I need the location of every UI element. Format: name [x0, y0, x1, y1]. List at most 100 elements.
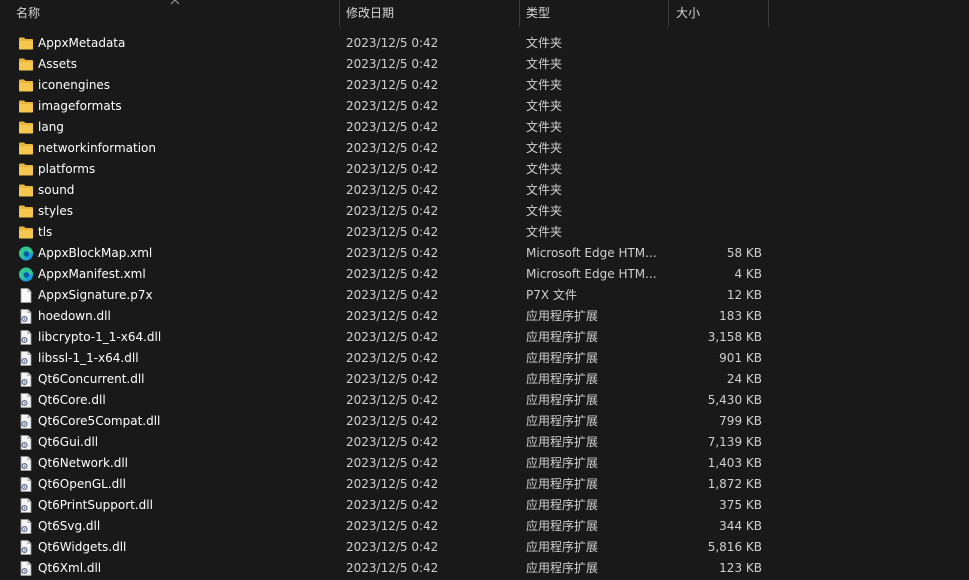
file-row[interactable]: networkinformation 2023/12/5 0:42 文件夹	[0, 138, 969, 159]
column-divider[interactable]	[768, 0, 769, 27]
file-row[interactable]: iconengines 2023/12/5 0:42 文件夹	[0, 75, 969, 96]
file-type: 应用程序扩展	[526, 477, 599, 491]
file-modified-date: 2023/12/5 0:42	[346, 351, 439, 365]
column-header-date[interactable]: 修改日期	[340, 0, 520, 27]
file-type: 文件夹	[526, 120, 563, 134]
column-header-size[interactable]: 大小	[670, 0, 769, 27]
file-row[interactable]: styles 2023/12/5 0:42 文件夹	[0, 201, 969, 222]
file-row[interactable]: sound 2023/12/5 0:42 文件夹	[0, 180, 969, 201]
file-name: Assets	[38, 57, 78, 71]
file-row[interactable]: platforms 2023/12/5 0:42 文件夹	[0, 159, 969, 180]
file-type: 文件夹	[526, 36, 563, 50]
file-type: 文件夹	[526, 183, 563, 197]
file-name: Qt6PrintSupport.dll	[38, 498, 153, 512]
file-name: sound	[38, 183, 75, 197]
file-row[interactable]: libssl-1_1-x64.dll 2023/12/5 0:42 应用程序扩展 90…	[0, 348, 969, 369]
file-row[interactable]: hoedown.dll 2023/12/5 0:42 应用程序扩展 183 KB	[0, 306, 969, 327]
dll-file-icon	[20, 477, 32, 492]
folder-icon	[19, 163, 33, 176]
file-modified-date: 2023/12/5 0:42	[346, 561, 439, 575]
dll-file-icon	[20, 414, 32, 429]
file-row[interactable]: AppxMetadata 2023/12/5 0:42 文件夹	[0, 33, 969, 54]
file-row[interactable]: Qt6Widgets.dll 2023/12/5 0:42 应用程序扩展 5,816 …	[0, 537, 969, 558]
column-header-name[interactable]: 名称	[10, 0, 340, 27]
file-name: imageformats	[38, 99, 122, 113]
file-size: 1,872 KB	[707, 477, 762, 491]
file-row[interactable]: AppxBlockMap.xml 2023/12/5 0:42 Microsoft …	[0, 243, 969, 264]
file-type: 应用程序扩展	[526, 561, 599, 575]
file-size: 4 KB	[734, 267, 762, 281]
file-size	[668, 201, 762, 222]
file-row[interactable]: lang 2023/12/5 0:42 文件夹	[0, 117, 969, 138]
file-size: 799 KB	[719, 414, 762, 428]
file-size: 123 KB	[719, 561, 762, 575]
file-type: 文件夹	[526, 57, 563, 71]
file-type: P7X 文件	[526, 288, 577, 302]
file-modified-date: 2023/12/5 0:42	[346, 498, 439, 512]
file-row[interactable]: Qt6Core5Compat.dll 2023/12/5 0:42 应用程序扩展 79…	[0, 411, 969, 432]
file-modified-date: 2023/12/5 0:42	[346, 477, 439, 491]
dll-file-icon	[20, 498, 32, 513]
file-size: 1,403 KB	[707, 456, 762, 470]
file-size: 5,816 KB	[707, 540, 762, 554]
file-type: 应用程序扩展	[526, 330, 599, 344]
file-row[interactable]: Qt6OpenGL.dll 2023/12/5 0:42 应用程序扩展 1,872 K…	[0, 474, 969, 495]
file-row[interactable]: Qt6Gui.dll 2023/12/5 0:42 应用程序扩展 7,139 KB	[0, 432, 969, 453]
file-size: 58 KB	[726, 246, 762, 260]
folder-icon	[19, 226, 33, 239]
file-name: AppxSignature.p7x	[38, 288, 153, 302]
dll-file-icon	[20, 309, 32, 324]
file-row[interactable]: libcrypto-1_1-x64.dll 2023/12/5 0:42 应用程序扩…	[0, 327, 969, 348]
file-modified-date: 2023/12/5 0:42	[346, 414, 439, 428]
file-type: 文件夹	[526, 204, 563, 218]
file-row[interactable]: tls 2023/12/5 0:42 文件夹	[0, 222, 969, 243]
dll-file-icon	[20, 519, 32, 534]
file-name: networkinformation	[38, 141, 156, 155]
file-row[interactable]: Qt6Network.dll 2023/12/5 0:42 应用程序扩展 1,403 …	[0, 453, 969, 474]
file-row[interactable]: imageformats 2023/12/5 0:42 文件夹	[0, 96, 969, 117]
file-name: AppxManifest.xml	[38, 267, 146, 281]
file-type: 应用程序扩展	[526, 414, 599, 428]
file-type: 应用程序扩展	[526, 498, 599, 512]
file-name: platforms	[38, 162, 96, 176]
file-name: Qt6OpenGL.dll	[38, 477, 126, 491]
file-row[interactable]: Qt6Concurrent.dll 2023/12/5 0:42 应用程序扩展 24 …	[0, 369, 969, 390]
file-modified-date: 2023/12/5 0:42	[346, 372, 439, 386]
file-row[interactable]: Qt6Core.dll 2023/12/5 0:42 应用程序扩展 5,430 KB	[0, 390, 969, 411]
file-size: 901 KB	[719, 351, 762, 365]
dll-file-icon	[20, 351, 32, 366]
file-size	[668, 180, 762, 201]
dll-file-icon	[20, 372, 32, 387]
file-name: Qt6Core.dll	[38, 393, 106, 407]
file-modified-date: 2023/12/5 0:42	[346, 309, 439, 323]
edge-html-icon	[19, 267, 33, 282]
file-row[interactable]: AppxManifest.xml 2023/12/5 0:42 Microsoft …	[0, 264, 969, 285]
file-modified-date: 2023/12/5 0:42	[346, 288, 439, 302]
edge-html-icon	[19, 246, 33, 261]
file-row[interactable]: Qt6PrintSupport.dll 2023/12/5 0:42 应用程序扩展 3…	[0, 495, 969, 516]
column-divider[interactable]	[668, 0, 669, 27]
file-name: libssl-1_1-x64.dll	[38, 351, 139, 365]
file-name: Qt6Core5Compat.dll	[38, 414, 161, 428]
file-name: Qt6Network.dll	[38, 456, 128, 470]
file-row[interactable]: Qt6Svg.dll 2023/12/5 0:42 应用程序扩展 344 KB	[0, 516, 969, 537]
file-size	[668, 222, 762, 243]
file-size	[668, 138, 762, 159]
file-name: tls	[38, 225, 53, 239]
file-row[interactable]: Qt6Xml.dll 2023/12/5 0:42 应用程序扩展 123 KB	[0, 558, 969, 579]
column-header-type[interactable]: 类型	[520, 0, 669, 27]
file-name: Qt6Concurrent.dll	[38, 372, 145, 386]
file-type: 文件夹	[526, 141, 563, 155]
file-size: 183 KB	[719, 309, 762, 323]
file-type: 应用程序扩展	[526, 372, 599, 386]
file-name: Qt6Widgets.dll	[38, 540, 127, 554]
file-modified-date: 2023/12/5 0:42	[346, 162, 439, 176]
file-type: 应用程序扩展	[526, 435, 599, 449]
file-size	[668, 54, 762, 75]
file-name: Qt6Xml.dll	[38, 561, 102, 575]
file-row[interactable]: Assets 2023/12/5 0:42 文件夹	[0, 54, 969, 75]
file-row[interactable]: AppxSignature.p7x 2023/12/5 0:42 P7X 文件 12 …	[0, 285, 969, 306]
file-type: 应用程序扩展	[526, 393, 599, 407]
file-modified-date: 2023/12/5 0:42	[346, 519, 439, 533]
file-size: 7,139 KB	[707, 435, 762, 449]
